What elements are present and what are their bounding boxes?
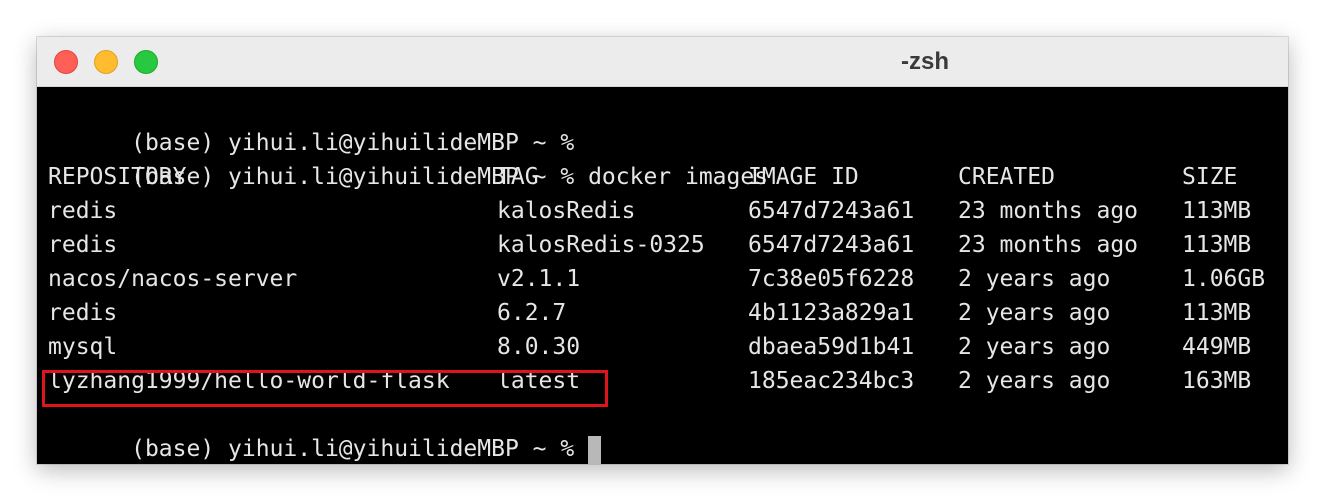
row-repository: redis bbox=[48, 232, 118, 258]
header-size: SIZE bbox=[1182, 164, 1238, 190]
table-header: REPOSITORY TAG IMAGE ID CREATED SIZE bbox=[48, 160, 1237, 194]
row-repository: redis bbox=[48, 300, 118, 326]
title-bar: -zsh bbox=[37, 37, 1288, 87]
table-row: mysql 8.0.30 dbaea59d1b41 2 years ago 44… bbox=[48, 330, 1251, 364]
row-tag: kalosRedis-0325 bbox=[497, 232, 705, 258]
terminal-window: -zsh (base) yihui.li@yihuilideMBP ~ % (b… bbox=[37, 37, 1288, 464]
header-repository: REPOSITORY bbox=[48, 164, 187, 190]
header-image-id: IMAGE ID bbox=[748, 164, 859, 190]
row-created: 23 months ago bbox=[958, 232, 1139, 258]
prompt: (base) yihui.li@yihuilideMBP ~ % bbox=[131, 436, 575, 462]
row-size: 449MB bbox=[1182, 334, 1252, 360]
row-tag: v2.1.1 bbox=[497, 266, 581, 292]
row-repository: nacos/nacos-server bbox=[48, 266, 298, 292]
table-row: redis kalosRedis 6547d7243a61 23 months … bbox=[48, 194, 1251, 228]
row-tag: 6.2.7 bbox=[497, 300, 567, 326]
table-row: nacos/nacos-server v2.1.1 7c38e05f6228 2… bbox=[48, 262, 1265, 296]
row-image-id: dbaea59d1b41 bbox=[748, 334, 915, 360]
row-size: 113MB bbox=[1182, 300, 1252, 326]
row-size: 113MB bbox=[1182, 198, 1252, 224]
row-image-id: 6547d7243a61 bbox=[748, 232, 915, 258]
row-created: 2 years ago bbox=[958, 368, 1111, 394]
row-repository: redis bbox=[48, 198, 118, 224]
table-row: redis 6.2.7 4b1123a829a1 2 years ago 113… bbox=[48, 296, 1251, 330]
maximize-button[interactable] bbox=[134, 50, 158, 74]
prompt-line-active: (base) yihui.li@yihuilideMBP ~ % bbox=[48, 398, 602, 464]
header-created: CREATED bbox=[958, 164, 1055, 190]
minimize-button[interactable] bbox=[94, 50, 118, 74]
table-row: redis kalosRedis-0325 6547d7243a61 23 mo… bbox=[48, 228, 1251, 262]
row-tag: 8.0.30 bbox=[497, 334, 581, 360]
command-text: docker images bbox=[588, 164, 769, 190]
row-tag: kalosRedis bbox=[497, 198, 636, 224]
window-title: -zsh bbox=[901, 48, 949, 75]
row-image-id: 7c38e05f6228 bbox=[748, 266, 915, 292]
row-created: 2 years ago bbox=[958, 334, 1111, 360]
row-size: 163MB bbox=[1182, 368, 1252, 394]
text-cursor bbox=[588, 435, 602, 464]
close-button[interactable] bbox=[54, 50, 78, 74]
row-image-id: 185eac234bc3 bbox=[748, 368, 915, 394]
row-image-id: 4b1123a829a1 bbox=[748, 300, 915, 326]
row-image-id: 6547d7243a61 bbox=[748, 198, 915, 224]
row-created: 23 months ago bbox=[958, 198, 1139, 224]
terminal-output[interactable]: (base) yihui.li@yihuilideMBP ~ % (base) … bbox=[37, 88, 1288, 464]
row-size: 113MB bbox=[1182, 232, 1252, 258]
row-repository: mysql bbox=[48, 334, 118, 360]
header-tag: TAG bbox=[497, 164, 539, 190]
row-created: 2 years ago bbox=[958, 266, 1111, 292]
row-created: 2 years ago bbox=[958, 300, 1111, 326]
prompt-line: (base) yihui.li@yihuilideMBP ~ % bbox=[48, 92, 574, 156]
command-line: (base) yihui.li@yihuilideMBP ~ % docker … bbox=[48, 126, 768, 190]
row-size: 1.06GB bbox=[1182, 266, 1266, 292]
